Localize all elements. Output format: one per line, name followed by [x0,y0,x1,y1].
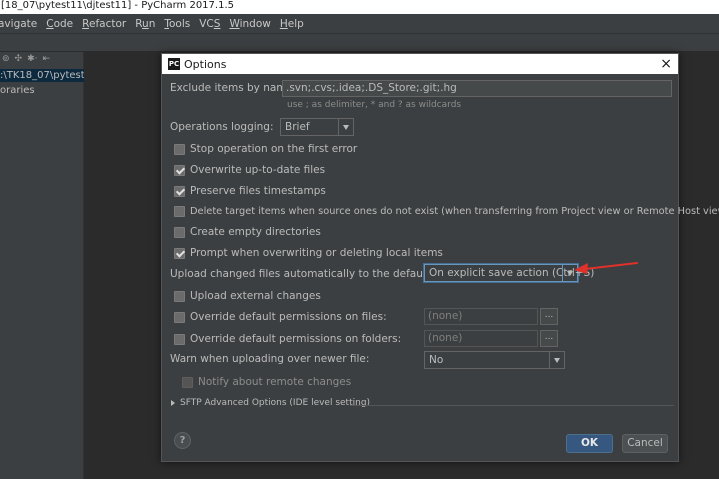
main-toolbar [0,34,719,52]
window-title: [18_07\pytest11\djtest11] - PyCharm 2017… [0,0,719,14]
expand-triangle-icon [171,400,175,406]
checkbox-label: Notify about remote changes [198,376,352,388]
settings-icon[interactable]: ✱· [27,54,37,64]
upload-changed-label: Upload changed files automatically to th… [170,268,467,280]
chevron-down-icon [549,352,564,368]
operations-logging-label: Operations logging: [170,121,274,133]
checkbox-prompt-overwriting[interactable]: Prompt when overwriting or deleting loca… [174,246,443,260]
checkbox-label: Prompt when overwriting or deleting loca… [190,247,443,259]
checkbox-label: Upload external changes [190,290,321,302]
file-permissions-browse-button[interactable]: ... [540,308,558,325]
checkbox-label: Delete target items when source ones do … [190,205,719,217]
checkbox-box[interactable] [182,376,193,388]
checkbox-override-files[interactable]: Override default permissions on files: [174,310,387,324]
operations-logging-select[interactable]: Brief [280,118,354,136]
checkbox-label: Preserve files timestamps [190,185,326,197]
menu-help[interactable]: Help [280,18,304,30]
file-permissions-input[interactable]: (none) [424,308,538,325]
warn-newer-label: Warn when uploading over newer file: [170,353,370,365]
checkbox-box[interactable] [174,226,185,238]
menu-refactor-mnemonic: R [82,17,89,30]
red-arrow-annotation [574,262,638,274]
checkbox-box[interactable] [174,247,185,259]
help-icon[interactable]: ? [174,432,191,449]
external-libraries-node[interactable]: oraries [0,85,35,96]
checkbox-override-folders[interactable]: Override default permissions on folders: [174,332,401,346]
menu-navigate[interactable]: avigate [0,18,37,30]
exclude-input[interactable]: .svn;.cvs;.idea;.DS_Store;.git;.hg [282,80,672,97]
checkbox-notify-remote[interactable]: Notify about remote changes [182,375,351,389]
menu-vcs-mnemonic: S [213,17,221,30]
menu-window-mnemonic: W [229,17,240,30]
folder-permissions-input[interactable]: (none) [424,330,538,347]
warn-newer-select[interactable]: No [424,351,565,369]
menu-refactor[interactable]: Refactor [82,18,126,30]
checkbox-box[interactable] [174,164,185,176]
cancel-button[interactable]: Cancel [622,434,668,453]
checkbox-box[interactable] [174,290,185,302]
split-icon[interactable]: ✣ [15,54,23,64]
project-root-node[interactable]: :\TK18_07\pytest11 [0,69,84,82]
warn-newer-value: No [429,354,444,366]
arrow-shaft [584,262,638,270]
arrow-head [574,263,588,274]
menu-tools[interactable]: Tools [164,18,190,30]
exclude-hint: use ; as delimiter, * and ? as wildcards [287,100,462,110]
checkbox-label: Override default permissions on files: [190,311,387,323]
menu-window[interactable]: Window [229,18,270,30]
folder-permissions-browse-button[interactable]: ... [540,330,558,347]
menu-help-mnemonic: H [279,17,288,30]
chevron-down-icon [338,119,353,135]
checkbox-label: Create empty directories [190,226,321,238]
upload-changed-select[interactable]: On explicit save action (Ctrl+S) [424,264,594,282]
checkbox-preserve-timestamps[interactable]: Preserve files timestamps [174,184,326,198]
checkbox-label: Stop operation on the first error [190,143,358,155]
checkbox-box[interactable] [174,333,185,345]
dialog-title: Options [184,57,227,71]
menu-bar: avigate Code Refactor Run Tools VCS Wind… [0,14,719,34]
sftp-advanced-toggle[interactable]: SFTP Advanced Options (IDE level setting… [171,398,370,408]
collapse-icon[interactable]: ⇤ [43,54,51,64]
pycharm-icon: PC [168,58,180,70]
menu-tools-mnemonic: T [164,17,169,30]
gear-target-icon[interactable]: ⊚ [2,54,10,64]
close-icon[interactable]: × [660,56,672,72]
checkbox-delete-target-items[interactable]: Delete target items when source ones do … [174,204,719,218]
checkbox-create-empty-dirs[interactable]: Create empty directories [174,225,321,239]
exclude-label: Exclude items by name: [170,82,297,94]
sftp-advanced-label: SFTP Advanced Options (IDE level setting… [180,398,371,408]
menu-code[interactable]: Code [46,18,73,30]
checkbox-overwrite-up-to-date[interactable]: Overwrite up-to-date files [174,163,325,177]
checkbox-box[interactable] [174,205,185,217]
section-divider [350,405,674,406]
ok-button[interactable]: OK [566,434,613,453]
checkbox-box[interactable] [174,143,185,155]
checkbox-label: Overwrite up-to-date files [190,164,326,176]
menu-code-mnemonic: C [46,17,54,30]
checkbox-stop-on-error[interactable]: Stop operation on the first error [174,142,357,156]
project-toolbar: ⊚ ✣ ✱· ⇤ [0,52,84,66]
checkbox-box[interactable] [174,185,185,197]
menu-run[interactable]: Run [135,18,155,30]
operations-logging-value: Brief [285,121,310,133]
dialog-titlebar: PC Options × [162,54,678,74]
checkbox-box[interactable] [174,311,185,323]
menu-run-mnemonic: u [142,17,149,30]
checkbox-label: Override default permissions on folders: [190,333,402,345]
menu-vcs[interactable]: VCS [199,18,220,30]
checkbox-upload-external[interactable]: Upload external changes [174,289,321,303]
project-panel: ⊚ ✣ ✱· ⇤ :\TK18_07\pytest11 oraries [0,52,84,479]
